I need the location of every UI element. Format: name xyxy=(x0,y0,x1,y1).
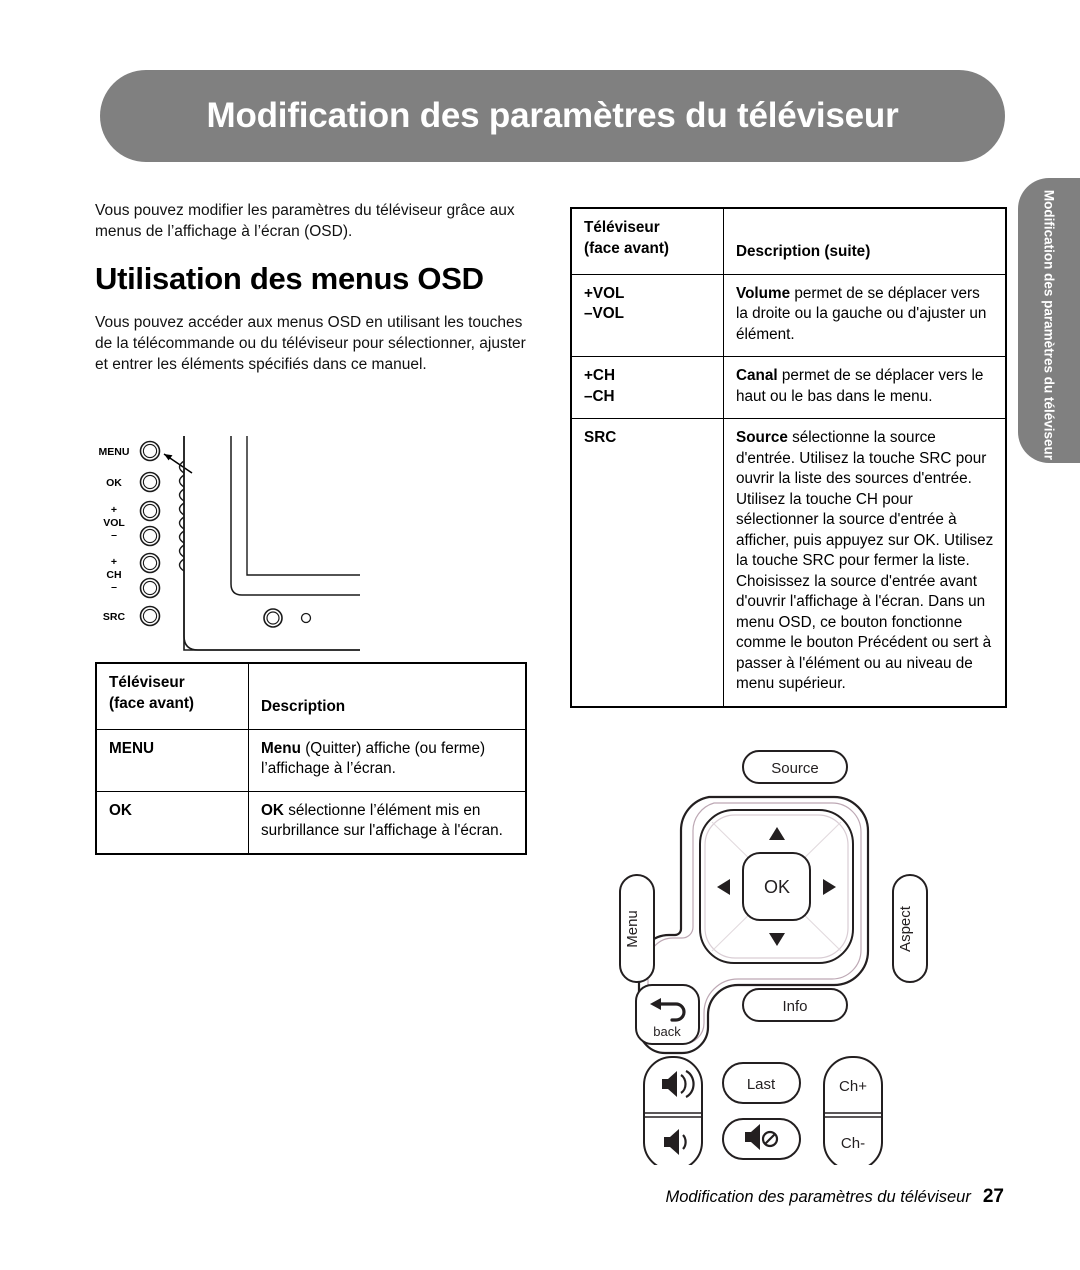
remote-ch-up-label: Ch+ xyxy=(839,1078,867,1095)
intro-paragraph: Vous pouvez modifier les paramètres du t… xyxy=(95,202,515,240)
header-description-label: Description xyxy=(261,698,346,715)
row-desc-menu: Menu (Quitter) affiche (ou ferme) l’affi… xyxy=(248,728,526,792)
remote-aspect-label: Aspect xyxy=(897,905,914,952)
table-header-row: Téléviseur (face avant) Description xyxy=(96,663,526,730)
remote-info-label: Info xyxy=(782,998,807,1015)
section-heading: Utilisation des menus OSD xyxy=(95,261,484,296)
header-cell-device: Téléviseur (face avant) xyxy=(96,663,249,730)
tv-label-ok: OK xyxy=(106,477,122,489)
remote-last-label: Last xyxy=(747,1076,776,1093)
tv-front-panel-diagram: MENU OK + VOL – + CH – SRC xyxy=(84,432,364,662)
tv-label-ch-minus: – xyxy=(111,581,117,593)
left-text-column: Vous pouvez modifier les paramètres du t… xyxy=(95,200,527,375)
page-header-banner: Modification des paramètres du téléviseu… xyxy=(100,70,1005,162)
header-device-line1: Téléviseur xyxy=(584,219,660,236)
row-desc-vol: Volume permet de se déplacer vers la dro… xyxy=(723,273,1006,357)
row-key-vol: +VOL –VOL xyxy=(571,273,724,357)
row-desc-src-bold: Source xyxy=(736,429,788,446)
row-key-src: SRC xyxy=(571,418,724,707)
remote-ch-down-label: Ch- xyxy=(841,1135,865,1152)
tv-label-vol-minus: – xyxy=(111,529,117,541)
remote-back-label: back xyxy=(653,1024,681,1039)
row-key-ch-minus: –CH xyxy=(584,387,615,405)
row-desc-ch-bold: Canal xyxy=(736,367,778,384)
header-device-line2: (face avant) xyxy=(584,239,670,257)
callout-arrow-icon xyxy=(163,453,193,474)
remote-source-label: Source xyxy=(771,760,819,777)
header-device-line1: Téléviseur xyxy=(109,674,185,691)
tv-controls-table-right: Téléviseur (face avant) Description (sui… xyxy=(570,207,1007,708)
row-key-menu: MENU xyxy=(96,728,249,792)
tv-label-menu: MENU xyxy=(99,446,130,458)
tv-label-ch: CH xyxy=(106,569,121,581)
table-row: MENU Menu (Quitter) affiche (ou ferme) l… xyxy=(96,728,526,792)
remote-ok-label: OK xyxy=(764,877,790,897)
tv-bezel-inner xyxy=(230,436,360,596)
row-desc-src: Source sélectionne la source d'entrée. U… xyxy=(723,418,1006,707)
table-row: SRC Source sélectionne la source d'entré… xyxy=(571,418,1006,707)
tv-label-vol-plus: + xyxy=(111,504,117,516)
header-cell-description: Description xyxy=(248,663,526,730)
row-desc-src-text: sélectionne la source d'entrée. Utilisez… xyxy=(736,429,994,692)
tv-label-vol: VOL xyxy=(103,517,125,529)
tv-screen-edge xyxy=(246,436,360,576)
tv-power-led xyxy=(300,612,312,624)
tv-label-ch-plus: + xyxy=(111,556,117,568)
row-desc-menu-bold: Menu xyxy=(261,739,301,757)
tv-button-group xyxy=(139,440,161,627)
tv-label-src: SRC xyxy=(103,611,126,623)
remote-diagram-svg: Source Menu Aspect OK back Info Last Ch+… xyxy=(619,750,928,1171)
remote-menu-label: Menu xyxy=(624,910,641,948)
remote-control-diagram: Source Menu Aspect OK back Info Last Ch+… xyxy=(612,745,972,1171)
row-desc-ok-text: sélectionne l’élément mis en surbrillanc… xyxy=(261,801,503,840)
remote-mute-button[interactable] xyxy=(722,1118,801,1160)
tv-controls-table-left: Téléviseur (face avant) Description MENU… xyxy=(95,662,527,855)
row-key-vol-minus: –VOL xyxy=(584,305,624,322)
row-key-ch-plus: +CH xyxy=(584,367,616,384)
header-cell-description: Description (suite) xyxy=(723,208,1006,275)
osd-paragraph: Vous pouvez accéder aux menus OSD en uti… xyxy=(95,314,526,373)
footer-page-number: 27 xyxy=(982,1186,1004,1207)
row-desc-vol-bold: Volume xyxy=(736,284,791,302)
table-header-row: Téléviseur (face avant) Description (sui… xyxy=(571,208,1006,275)
row-key-vol-plus: +VOL xyxy=(584,284,625,302)
tv-diagram-svg: MENU OK + VOL – + CH – SRC xyxy=(99,436,360,651)
page-footer: Modification des paramètres du téléviseu… xyxy=(665,1186,1004,1208)
row-desc-ch: Canal permet de se déplacer vers le haut… xyxy=(723,356,1006,419)
row-desc-ok-bold: OK xyxy=(261,801,284,819)
row-desc-ok: OK sélectionne l’élément mis en surbrill… xyxy=(248,790,526,854)
side-chapter-tab-label: Modification des paramètres du téléviseu… xyxy=(1041,189,1057,460)
table-row: +VOL –VOL Volume permet de se déplacer v… xyxy=(571,273,1006,357)
table-row: +CH –CH Canal permet de se déplacer vers… xyxy=(571,356,1006,419)
page-title: Modification des paramètres du téléviseu… xyxy=(206,96,899,135)
footer-chapter-title: Modification des paramètres du téléviseu… xyxy=(665,1188,971,1206)
header-cell-device: Téléviseur (face avant) xyxy=(571,208,724,275)
row-key-ok: OK xyxy=(96,790,249,854)
side-chapter-tab: Modification des paramètres du téléviseu… xyxy=(1018,178,1080,463)
manual-page: Modification des paramètres du téléviseu… xyxy=(0,0,1080,1270)
table-row: OK OK sélectionne l’élément mis en surbr… xyxy=(96,790,526,854)
header-description-label: Description (suite) xyxy=(736,243,871,260)
header-device-line2: (face avant) xyxy=(109,694,195,712)
row-key-ch: +CH –CH xyxy=(571,356,724,419)
